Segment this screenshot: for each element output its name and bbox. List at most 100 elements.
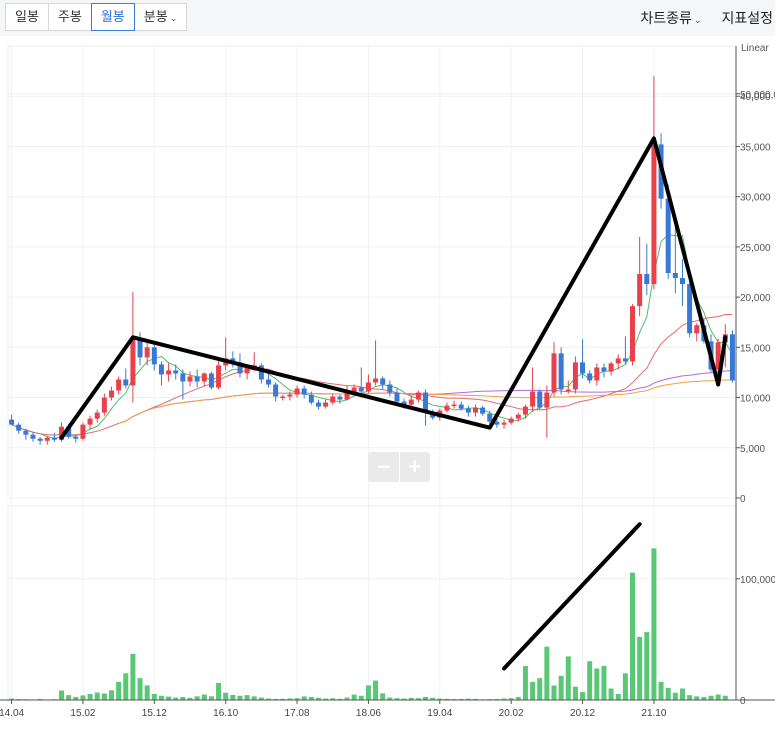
candle-body (387, 384, 393, 393)
volume-bar (59, 690, 65, 700)
candle-body (508, 418, 514, 423)
tab-monthly[interactable]: 월봉 (90, 3, 135, 31)
candle-body (423, 392, 429, 412)
candle-body (37, 438, 43, 441)
volume-bar (101, 693, 107, 700)
price-tick-label: 20,000 (740, 293, 771, 304)
indicator-settings-button[interactable]: 지표설정 (721, 8, 773, 28)
candle-body (687, 284, 693, 334)
candle-body (216, 365, 222, 388)
candle-body (394, 392, 400, 402)
volume-bar (201, 694, 207, 700)
candle-body (565, 389, 571, 392)
volume-bar (708, 695, 714, 700)
candle-body (323, 402, 329, 407)
candle-body (166, 370, 172, 375)
moving-average-lines (11, 234, 733, 439)
chevron-down-icon: ⌄ (693, 15, 702, 25)
volume-bar (622, 673, 628, 700)
tab-minute[interactable]: 분봉 ⌄ (133, 3, 188, 31)
volume-bar (380, 693, 386, 700)
candle-body (501, 422, 507, 425)
chart-type-menu[interactable]: 차트종류 ⌄ (640, 8, 701, 28)
candle-body (601, 367, 607, 372)
tab-weekly-label: 주봉 (57, 9, 82, 24)
candle-body (123, 379, 129, 386)
candle-body (194, 376, 200, 382)
candle-body (201, 373, 207, 382)
candle-body (729, 334, 735, 381)
tab-weekly[interactable]: 주봉 (47, 3, 92, 31)
volume-bar (658, 681, 664, 700)
candle-body (101, 397, 107, 413)
price-tick-label: 15,000 (740, 343, 771, 354)
candle-body (308, 394, 314, 403)
candle-body (408, 399, 414, 405)
candle-body (373, 378, 379, 383)
candle-body (465, 408, 471, 413)
candle-body (587, 373, 593, 381)
tab-daily[interactable]: 일봉 (5, 3, 49, 31)
candle-body (158, 364, 164, 375)
time-tick-label: 17.08 (285, 708, 310, 719)
candle-body (87, 418, 93, 425)
candle-body (487, 413, 493, 422)
volume-bar (587, 661, 593, 700)
candle-body (558, 353, 564, 390)
volume-bar (216, 683, 222, 700)
volume-bar (572, 686, 578, 700)
volume-bar (66, 695, 72, 700)
volume-bar (87, 693, 93, 700)
candle-body (515, 414, 521, 419)
volume-bar (194, 696, 200, 700)
candle-body (380, 378, 386, 385)
candle-body (451, 404, 457, 407)
candle-body (73, 436, 79, 439)
candle-body (315, 402, 321, 407)
volume-bar (130, 653, 136, 700)
zoom-out-button[interactable]: − (368, 452, 399, 482)
volume-bar (558, 675, 564, 700)
price-volume-chart[interactable]: 0 5,000 10,000 15,000 20,000 25,000 30,000 35,0… (0, 36, 775, 730)
candle-body (208, 373, 214, 388)
price-tick-label: 0 (740, 494, 746, 505)
candle-body (130, 338, 136, 386)
tab-daily-label: 일봉 (15, 9, 39, 24)
volume-bar (665, 687, 671, 700)
candle-body (665, 198, 671, 274)
volume-bar (530, 681, 536, 700)
volume-bar (251, 696, 257, 700)
candle-body (458, 404, 464, 409)
volume-bar (722, 695, 728, 700)
scale-mode-label[interactable]: Linear (741, 43, 769, 54)
candle-body (294, 388, 300, 395)
volume-bar (601, 666, 607, 700)
candle-body (522, 406, 528, 415)
volume-tick-label: 100,000 (740, 575, 775, 586)
volume-bar (358, 695, 364, 700)
period-tabs: 일봉 주봉 월봉 분봉 ⌄ (5, 3, 188, 31)
time-tick-label: 21.10 (641, 708, 666, 719)
volume-bar (608, 688, 614, 700)
volume-bar (237, 695, 243, 700)
volume-bar (301, 696, 307, 700)
volume-bar (373, 680, 379, 700)
time-tick-label: 20.12 (570, 708, 595, 719)
volume-bar (108, 690, 114, 700)
minus-icon: − (376, 454, 390, 479)
candle-body (173, 370, 179, 374)
zoom-in-button[interactable]: + (400, 452, 431, 482)
candle-body (365, 382, 371, 392)
volume-bar (580, 692, 586, 700)
chart-type-label: 차트종류 (640, 10, 692, 26)
time-tick-label: 18.06 (356, 708, 381, 719)
zoom-controls: − + (368, 452, 430, 482)
candlestick-series (9, 76, 735, 445)
volume-trend-annotation (502, 522, 642, 671)
volume-bar (679, 688, 685, 700)
time-tick-label: 15.02 (70, 708, 95, 719)
chart-grid (7, 45, 737, 701)
volume-bar (544, 646, 550, 700)
volume-bar (687, 695, 693, 700)
candle-body (94, 412, 100, 419)
